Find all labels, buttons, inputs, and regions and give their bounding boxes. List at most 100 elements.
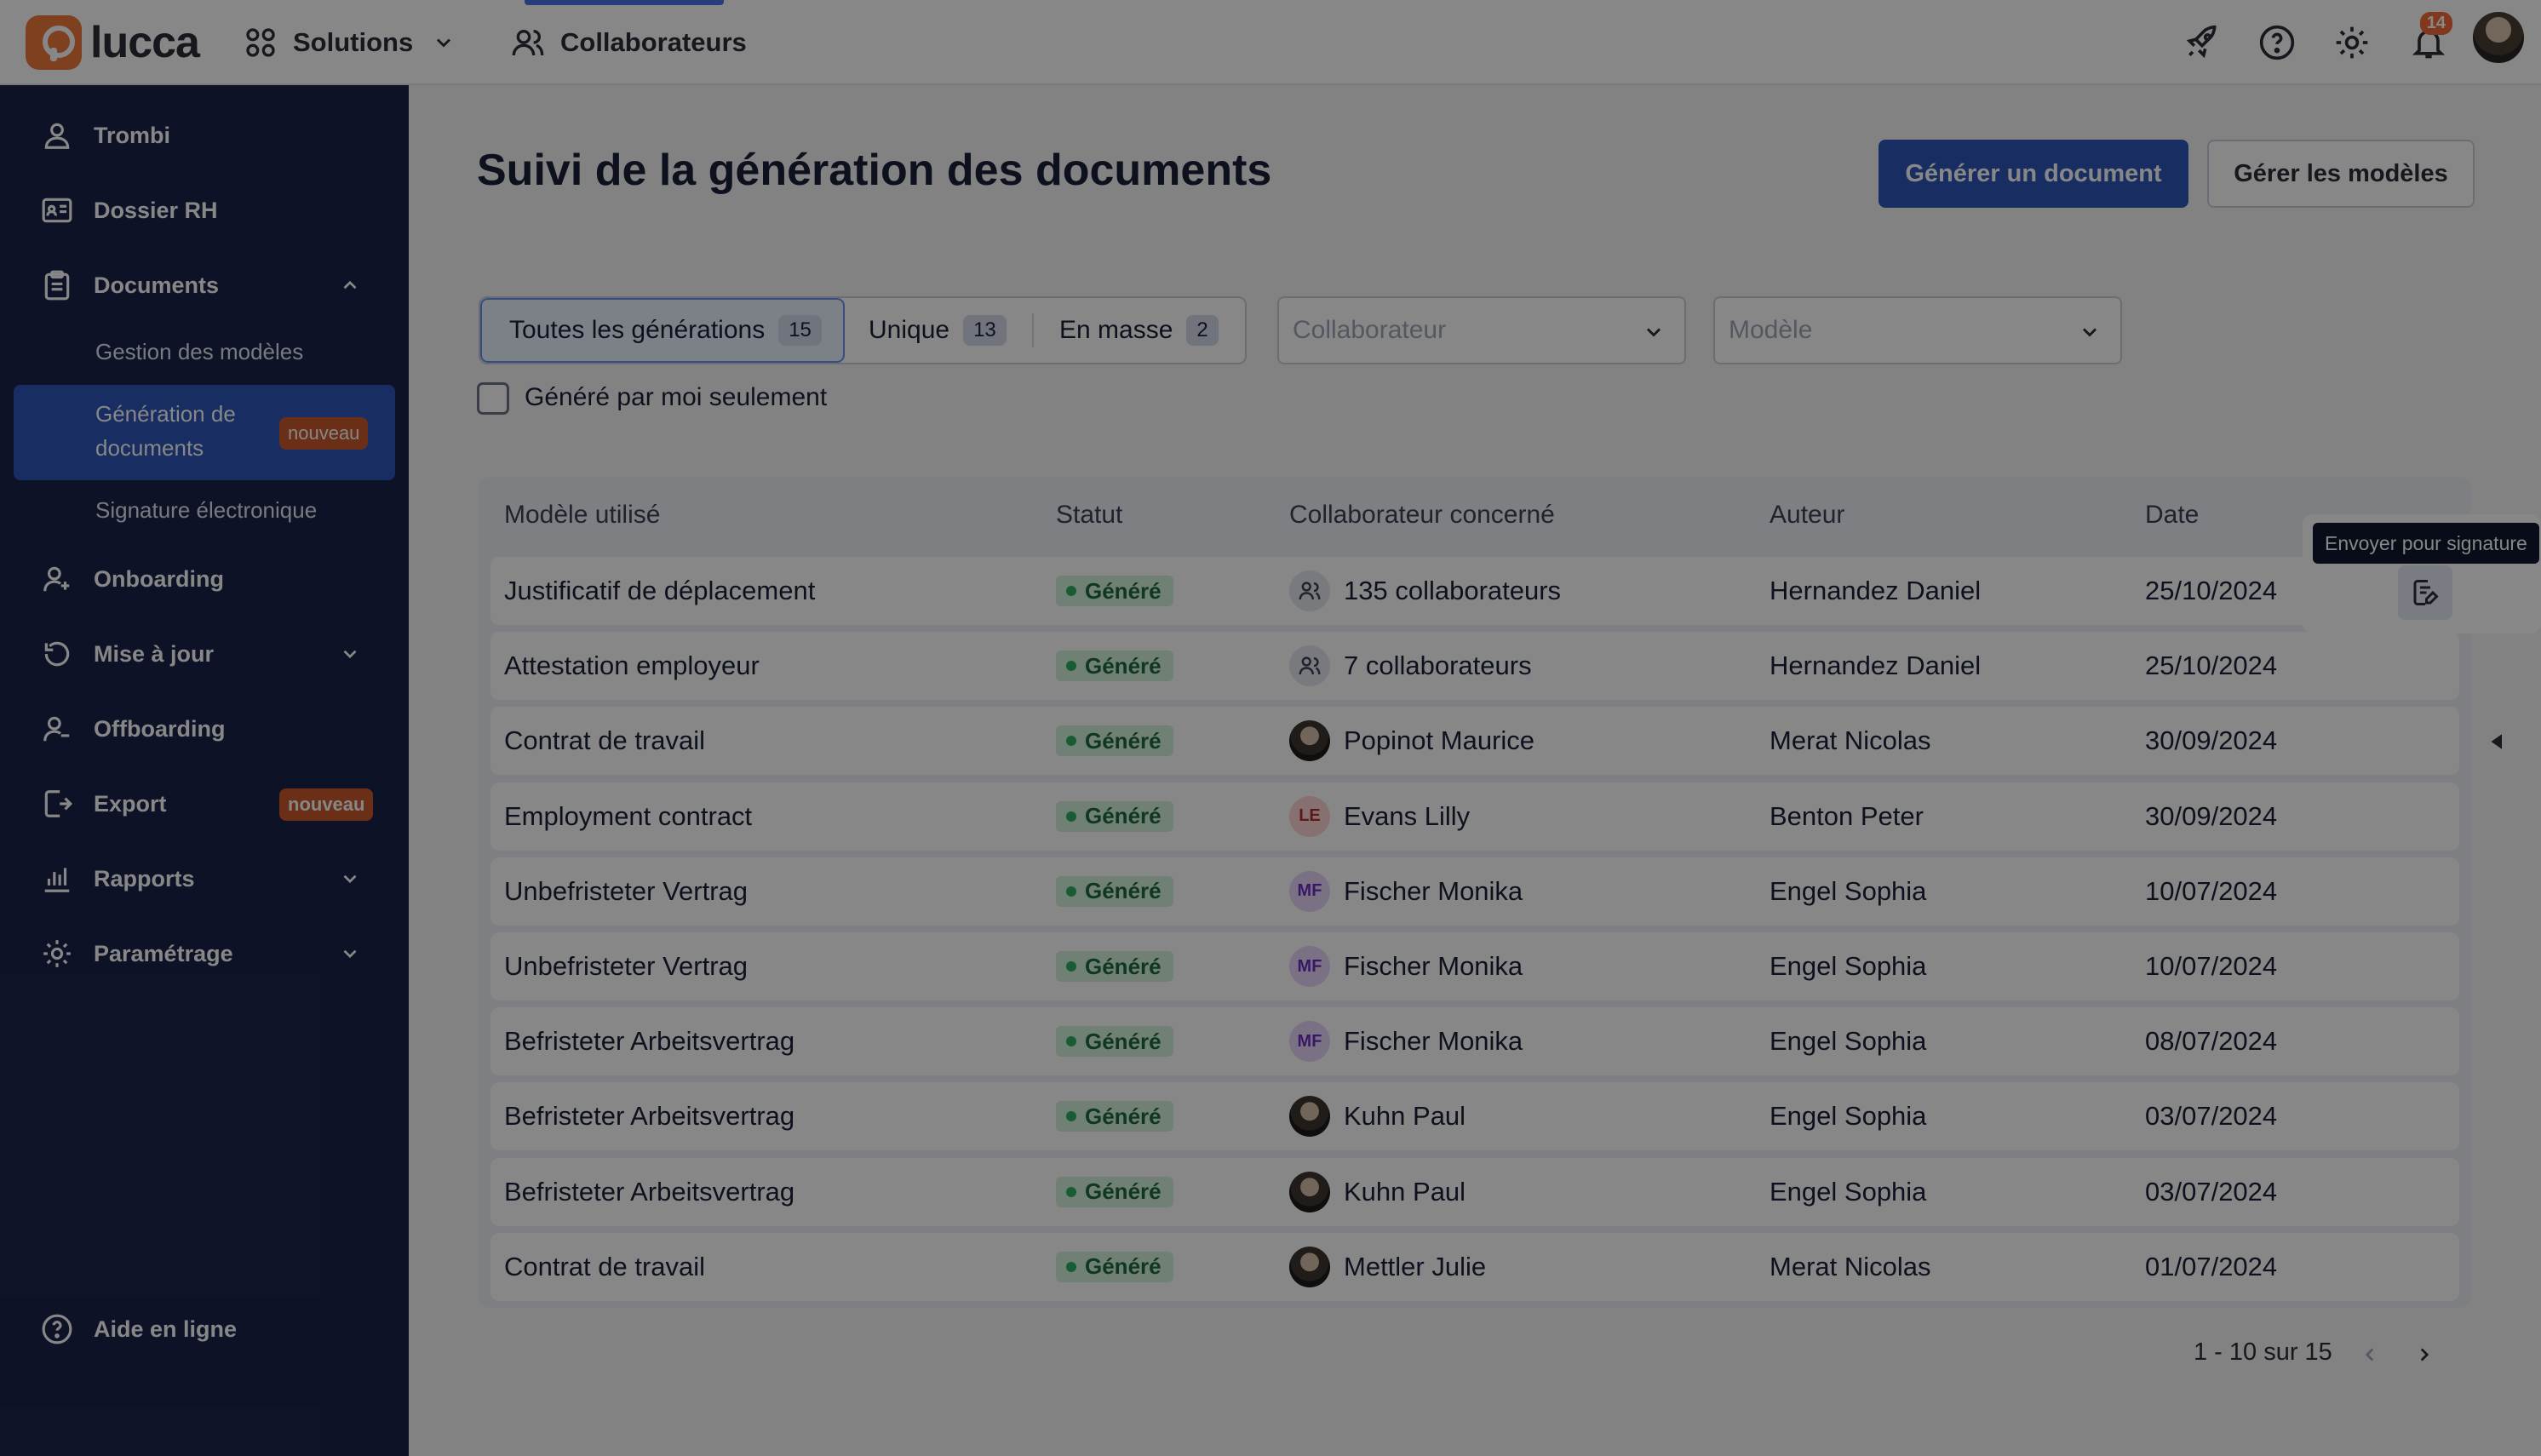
cell-modele: Befristeter Arbeitsvertrag [504,1176,795,1207]
cell-modele: Contrat de travail [504,1251,706,1281]
user-avatar[interactable] [2471,10,2526,65]
settings-button[interactable] [2326,17,2378,68]
cell-date: 01/07/2024 [2145,1251,2278,1281]
sidebar-item-aide-en-ligne[interactable]: Aide en ligne [0,1299,409,1359]
chevron-down-icon [343,874,357,884]
column-header-auteur[interactable]: Auteur [1770,501,1844,530]
sidebar-item-label: Offboarding [94,715,226,742]
sidebar-item-onboarding[interactable]: Onboarding [0,549,409,609]
table-row[interactable]: Befristeter Arbeitsvertrag Généré MF Fische… [490,1007,2459,1076]
collaborateur-name: Fischer Monika [1344,951,1523,981]
cell-modele: Justificatif de déplacement [504,576,816,605]
table-row[interactable]: Justificatif de déplacement Généré 135 col… [490,557,2459,625]
status-badge: Généré [1056,651,1173,682]
sidebar-item-export[interactable]: Export nouveau [0,774,409,834]
avatar-initials: MF [1289,870,1330,912]
column-header-statut[interactable]: Statut [1056,501,1122,530]
sidebar-item-mise-a-jour[interactable]: Mise à jour [0,624,409,684]
collaborateur-name: Fischer Monika [1344,1026,1523,1057]
sidebar-item-parametrage[interactable]: Paramétrage [0,924,409,983]
modele-select[interactable]: Modèle [1713,296,2122,364]
cell-date: 08/07/2024 [2145,1026,2278,1057]
pagination-label: 1 - 10 sur 15 [2194,1338,2332,1366]
gear-icon [2336,26,2368,59]
cell-auteur: Engel Sophia [1770,1026,1927,1057]
previous-page-button[interactable] [2355,1340,2384,1369]
help-button[interactable] [2251,17,2303,68]
cell-auteur: Hernandez Daniel [1770,576,1982,605]
person-icon [44,123,70,149]
new-badge: nouveau [279,417,369,450]
top-bar: lucca Solutions Collaborateurs 14 [0,0,2541,85]
segment-en-masse[interactable]: En masse 2 [1059,298,1219,363]
status-label: Généré [1085,803,1162,829]
sidebar-item-rapports[interactable]: Rapports [0,849,409,909]
sidebar-subitem-signature[interactable]: Signature électronique [95,497,317,524]
cell-date: 30/09/2024 [2145,800,2278,831]
generated-by-me-label[interactable]: Généré par moi seulement [525,383,827,412]
cell-date: 25/10/2024 [2145,651,2278,681]
caret-left-icon[interactable] [2485,729,2510,754]
table-row[interactable]: Contrat de travail Généré Mettler Julie Mer… [490,1232,2459,1301]
send-for-signature-button[interactable] [2398,565,2452,620]
column-header-date[interactable]: Date [2145,501,2199,530]
generate-document-button[interactable]: Générer un document [1879,140,2188,208]
status-badge: Généré [1056,951,1173,982]
sidebar-item-label: Mise à jour [94,640,215,667]
cell-collaborateur: Kuhn Paul [1289,1082,1466,1150]
status-label: Généré [1085,1178,1162,1205]
cell-collaborateur: MF Fischer Monika [1289,1007,1523,1075]
sidebar-item-documents[interactable]: Documents [0,255,409,315]
notifications-button[interactable]: 14 [2403,12,2454,68]
help-icon [2259,25,2295,60]
collaborateur-name: Popinot Maurice [1344,725,1535,756]
segment-count: 15 [778,315,822,346]
sidebar-subitem-gestion-modeles[interactable]: Gestion des modèles [95,339,303,365]
manage-templates-button[interactable]: Gérer les modèles [2207,140,2475,208]
cell-collaborateur: MF Fischer Monika [1289,932,1523,1000]
gear-icon [43,940,71,967]
collaborateurs-menu[interactable]: Collaborateurs [511,19,747,66]
collaborateur-name: 135 collaborateurs [1344,576,1562,605]
sidebar-item-offboarding[interactable]: Offboarding [0,699,409,759]
table-row[interactable]: Unbefristeter Vertrag Généré MF Fischer Mon… [490,857,2459,926]
status-badge: Généré [1056,875,1173,907]
generations-table: Modèle utilisé Statut Collaborateur conc… [479,477,2471,1308]
lucca-logo[interactable]: lucca [26,15,200,70]
chevron-up-icon [343,280,357,289]
collaborateur-select[interactable]: Collaborateur [1277,296,1686,364]
rocket-icon [2186,25,2217,59]
avatar [1289,720,1330,762]
next-page-button[interactable] [2410,1340,2439,1369]
cell-auteur: Engel Sophia [1770,1176,1927,1207]
sidebar-subitem-generation-documents[interactable]: Génération de documents nouveau [14,385,395,480]
segment-divider [1032,313,1034,347]
table-row[interactable]: Attestation employeur Généré 7 collaborate… [490,632,2459,701]
cell-modele: Unbefristeter Vertrag [504,951,749,981]
table-row[interactable]: Unbefristeter Vertrag Généré MF Fischer Mon… [490,932,2459,1000]
sidebar-item-trombi[interactable]: Trombi [0,106,409,165]
lucca-logo-mark-icon [26,15,82,70]
generated-by-me-checkbox[interactable] [477,382,509,415]
column-header-collaborateur[interactable]: Collaborateur concerné [1289,501,1555,530]
column-header-modele[interactable]: Modèle utilisé [504,501,660,530]
table-row[interactable]: Befristeter Arbeitsvertrag Généré Kuhn Pau… [490,1082,2459,1151]
table-row[interactable]: Contrat de travail Généré Popinot Maurice M… [490,707,2459,776]
avatar-initials: LE [1289,795,1330,837]
help-icon [42,1314,72,1344]
chevron-down-icon [343,650,357,659]
collaborateurs-label: Collaborateurs [560,27,747,57]
sidebar-item-dossier-rh[interactable]: Dossier RH [0,181,409,240]
status-badge: Généré [1056,800,1173,832]
people-icon [1299,582,1321,600]
segment-unique[interactable]: Unique 13 [869,298,1007,363]
segment-count: 13 [963,315,1007,346]
export-icon [44,790,73,817]
table-row[interactable]: Employment contract Généré LE Evans Lilly Be… [490,782,2459,851]
rocket-button[interactable] [2177,17,2228,68]
segment-all-generations[interactable]: Toutes les générations 15 [480,298,845,363]
avatar [1289,1171,1330,1212]
solutions-menu[interactable]: Solutions [244,19,456,66]
status-dot [1066,1111,1076,1122]
table-row[interactable]: Befristeter Arbeitsvertrag Généré Kuhn Pau… [490,1157,2459,1226]
